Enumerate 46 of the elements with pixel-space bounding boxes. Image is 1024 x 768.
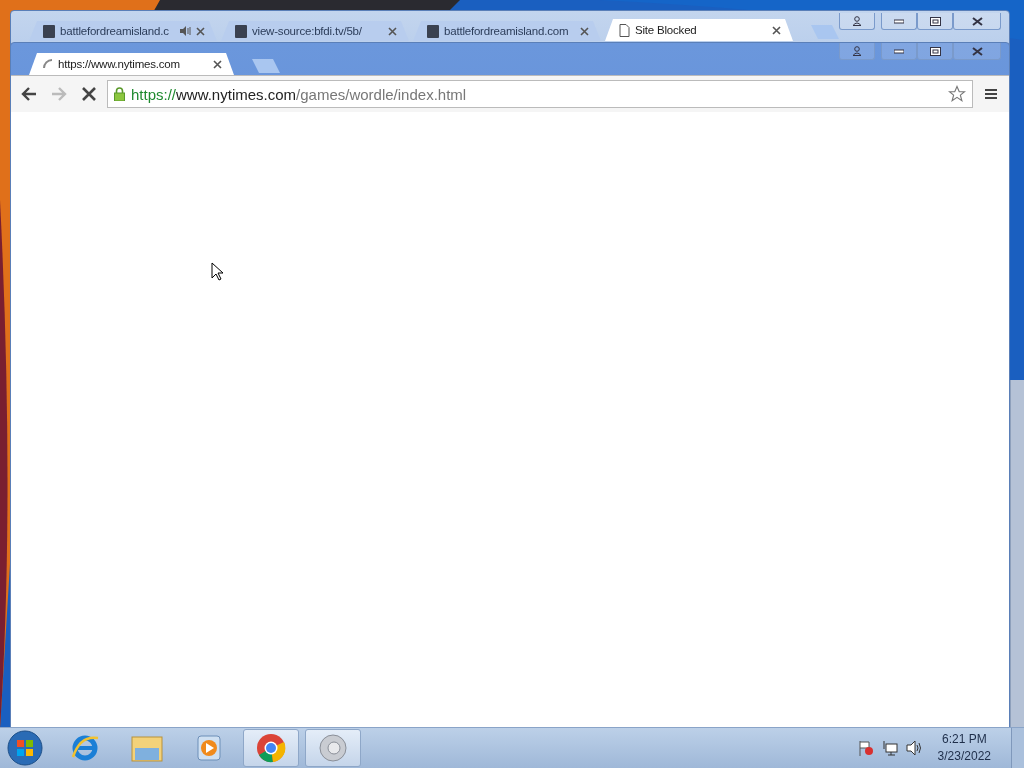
volume-icon[interactable] <box>905 740 922 756</box>
forward-arrow-icon <box>51 87 67 101</box>
person-icon <box>852 46 862 56</box>
speaker-icon <box>318 733 348 763</box>
taskbar-button[interactable] <box>243 729 299 767</box>
url-text: https://www.nytimes.com/games/wordle/index.html <box>131 85 468 103</box>
close-icon <box>971 46 983 56</box>
play-icon <box>196 734 222 762</box>
close-icon[interactable] <box>213 59 222 69</box>
start-button[interactable] <box>6 729 44 767</box>
network-icon[interactable] <box>881 740 898 756</box>
close-icon[interactable] <box>196 26 205 36</box>
chrome-icon <box>256 733 286 763</box>
maximize-button[interactable] <box>917 43 953 60</box>
browser-tab[interactable]: battlefordreamisland.com <box>413 21 601 41</box>
back-arrow-icon <box>21 87 37 101</box>
loading-icon <box>43 59 53 69</box>
address-bar[interactable]: https://www.nytimes.com/games/wordle/index.html <box>107 80 973 108</box>
person-icon <box>852 16 862 26</box>
maximize-icon <box>929 46 941 56</box>
browser-tab[interactable]: battlefordreamisland.c <box>29 21 217 41</box>
close-icon[interactable] <box>580 26 589 36</box>
maximize-button[interactable] <box>917 13 953 30</box>
browser-tab[interactable]: https://www.nytimes.com <box>29 53 234 75</box>
minimize-icon <box>894 48 904 54</box>
maximize-icon <box>929 16 941 26</box>
clock-date: 3/23/2022 <box>937 748 991 765</box>
flag-icon[interactable] <box>857 740 874 756</box>
close-icon <box>971 16 983 26</box>
browser-tab[interactable]: view-source:bfdi.tv/5b/ <box>221 21 409 41</box>
close-icon[interactable] <box>772 25 781 35</box>
browser-tab[interactable]: Site Blocked <box>605 19 793 41</box>
browser-icon <box>70 733 100 763</box>
close-button[interactable] <box>953 13 1001 30</box>
clock-time: 6:21 PM <box>941 731 987 748</box>
close-icon[interactable] <box>388 26 397 36</box>
menu-icon <box>985 88 997 100</box>
cursor-icon <box>211 262 224 281</box>
clock[interactable]: 6:21 PM 3/23/2022 <box>929 731 1003 765</box>
profile-button[interactable] <box>839 43 875 60</box>
star-icon[interactable] <box>948 85 966 103</box>
stop-icon <box>82 87 96 101</box>
folder-icon <box>131 734 163 762</box>
close-button[interactable] <box>953 43 1001 60</box>
minimize-icon <box>894 18 904 24</box>
profile-button[interactable] <box>839 13 875 30</box>
